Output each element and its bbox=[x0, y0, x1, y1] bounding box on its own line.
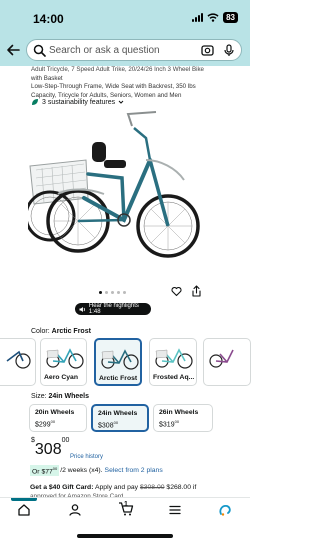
size-price-cents: 00 bbox=[113, 420, 119, 425]
title-line: Adult Tricycle, 7 Speed Adult Trike, 20/… bbox=[31, 66, 205, 73]
size-price-whole: 319 bbox=[162, 421, 175, 429]
price-history-link[interactable]: Price history bbox=[70, 454, 103, 460]
carousel-dot[interactable] bbox=[111, 291, 114, 294]
price: $30800 bbox=[31, 437, 69, 459]
swatch-bike-image bbox=[6, 350, 31, 369]
installment-cents: 00 bbox=[52, 465, 58, 471]
carousel-dot[interactable] bbox=[123, 291, 126, 294]
cellular-signal-icon bbox=[192, 13, 204, 22]
swatch-label: Frosted Aq... bbox=[153, 374, 194, 381]
size-price-cents: 00 bbox=[50, 419, 56, 424]
home-icon[interactable] bbox=[17, 503, 31, 517]
size-price-whole: 308 bbox=[101, 422, 114, 430]
size-price-whole: 299 bbox=[38, 421, 51, 429]
cart-count: 1 bbox=[124, 501, 128, 508]
nav-active-indicator bbox=[11, 498, 37, 501]
color-label-text: Color: bbox=[31, 328, 50, 335]
size-price: $30800 bbox=[98, 420, 143, 429]
swatch-label: Aero Cyan bbox=[44, 374, 78, 381]
highlights-label: Hear the highlights 1:48 bbox=[88, 303, 139, 315]
price-cents: 00 bbox=[61, 436, 70, 444]
rufus-icon[interactable] bbox=[218, 503, 232, 517]
size-label-text: Size: bbox=[31, 393, 47, 400]
gift-card-text: Apply and pay bbox=[93, 484, 140, 491]
color-label: Color: Arctic Frost bbox=[31, 328, 91, 335]
size-option-20in[interactable]: 20in Wheels $29900 bbox=[29, 404, 87, 432]
carousel-dot[interactable] bbox=[105, 291, 108, 294]
search-placeholder: Search or ask a question bbox=[49, 45, 160, 56]
size-price: $29900 bbox=[35, 419, 82, 428]
gift-card-title: Get a $40 Gift Card: bbox=[30, 484, 94, 491]
heart-icon[interactable] bbox=[171, 286, 182, 297]
search-header: Search or ask a question bbox=[0, 34, 250, 66]
share-icon[interactable] bbox=[191, 285, 202, 297]
size-option-26in[interactable]: 26in Wheels $31900 bbox=[153, 404, 213, 432]
hear-highlights-button[interactable]: Hear the highlights 1:48 bbox=[75, 303, 151, 315]
sustainability-label: 3 sustainability features bbox=[42, 98, 116, 106]
installment-offer: Or $7700 /2 weeks (x4). Select from 2 pl… bbox=[30, 464, 163, 477]
installment-text: /2 weeks (x4). bbox=[60, 467, 103, 474]
color-selected-name: Arctic Frost bbox=[51, 328, 91, 335]
cart-button[interactable]: 1 bbox=[118, 501, 134, 517]
size-name: 20in Wheels bbox=[35, 409, 75, 416]
battery-icon: 83 bbox=[223, 12, 238, 23]
price-symbol: $ bbox=[31, 436, 35, 444]
color-swatch-arctic-frost[interactable]: Arctic Frost bbox=[94, 338, 142, 386]
camera-scan-icon[interactable] bbox=[201, 44, 214, 57]
size-price: $31900 bbox=[159, 419, 208, 428]
home-indicator-bar bbox=[77, 534, 173, 538]
arrow-left-icon[interactable] bbox=[5, 42, 21, 58]
speaker-icon bbox=[79, 306, 85, 312]
sustainability-link[interactable]: 3 sustainability features bbox=[31, 98, 124, 106]
installment-badge: Or $7700 bbox=[30, 464, 60, 477]
gift-card-original-price: $308.00 bbox=[139, 484, 165, 491]
installment-amount: Or $77 bbox=[32, 468, 53, 476]
wifi-icon bbox=[207, 13, 219, 22]
status-icons: 83 bbox=[192, 12, 238, 23]
size-option-row: 20in Wheels $29900 24in Wheels $30800 26… bbox=[0, 404, 250, 434]
swatch-bike-image bbox=[46, 348, 84, 369]
size-price-cents: 00 bbox=[174, 419, 180, 424]
search-icon bbox=[33, 44, 46, 57]
color-swatch-frosted-aqua[interactable]: Frosted Aq... bbox=[149, 338, 197, 386]
menu-icon[interactable] bbox=[168, 503, 182, 517]
size-label: Size: 24in Wheels bbox=[31, 393, 89, 400]
price-whole: 308 bbox=[34, 441, 62, 458]
status-time: 14:00 bbox=[33, 12, 64, 26]
swatch-bike-image bbox=[209, 349, 234, 368]
account-icon[interactable] bbox=[68, 503, 82, 517]
product-title: Adult Tricycle, 7 Speed Adult Trike, 20/… bbox=[31, 66, 245, 100]
image-carousel-dots[interactable] bbox=[99, 291, 126, 294]
size-name: 24in Wheels bbox=[98, 410, 138, 417]
gift-card-final: $268.00 if bbox=[164, 484, 197, 491]
title-line: with Basket bbox=[31, 74, 63, 82]
title-line: Low-Step-Through Frame, Wide Seat with B… bbox=[31, 83, 196, 91]
leaf-icon bbox=[32, 99, 38, 105]
color-swatch[interactable] bbox=[203, 338, 251, 386]
carousel-dot[interactable] bbox=[99, 291, 102, 294]
status-bar: 14:00 83 bbox=[0, 0, 250, 34]
teal-adult-tricycle-image[interactable] bbox=[28, 108, 224, 288]
size-selected-name: 24in Wheels bbox=[48, 393, 89, 400]
gift-card-offer[interactable]: Get a $40 Gift Card: Apply and pay $308.… bbox=[30, 484, 250, 491]
swatch-label: Arctic Frost bbox=[99, 375, 138, 382]
select-plans-link[interactable]: Select from 2 plans bbox=[105, 467, 163, 474]
search-input[interactable]: Search or ask a question bbox=[26, 39, 242, 61]
color-swatch-row: Aero Cyan Arctic Frost Frosted Aq... bbox=[0, 338, 251, 388]
color-swatch[interactable] bbox=[0, 338, 36, 386]
color-swatch-aero-cyan[interactable]: Aero Cyan bbox=[40, 338, 87, 386]
size-name: 26in Wheels bbox=[159, 409, 199, 416]
carousel-dot[interactable] bbox=[117, 291, 120, 294]
chevron-down-icon bbox=[118, 100, 124, 104]
swatch-bike-image bbox=[101, 349, 139, 370]
size-option-24in[interactable]: 24in Wheels $30800 bbox=[91, 404, 149, 432]
swatch-bike-image bbox=[155, 348, 193, 369]
microphone-icon[interactable] bbox=[223, 44, 235, 57]
